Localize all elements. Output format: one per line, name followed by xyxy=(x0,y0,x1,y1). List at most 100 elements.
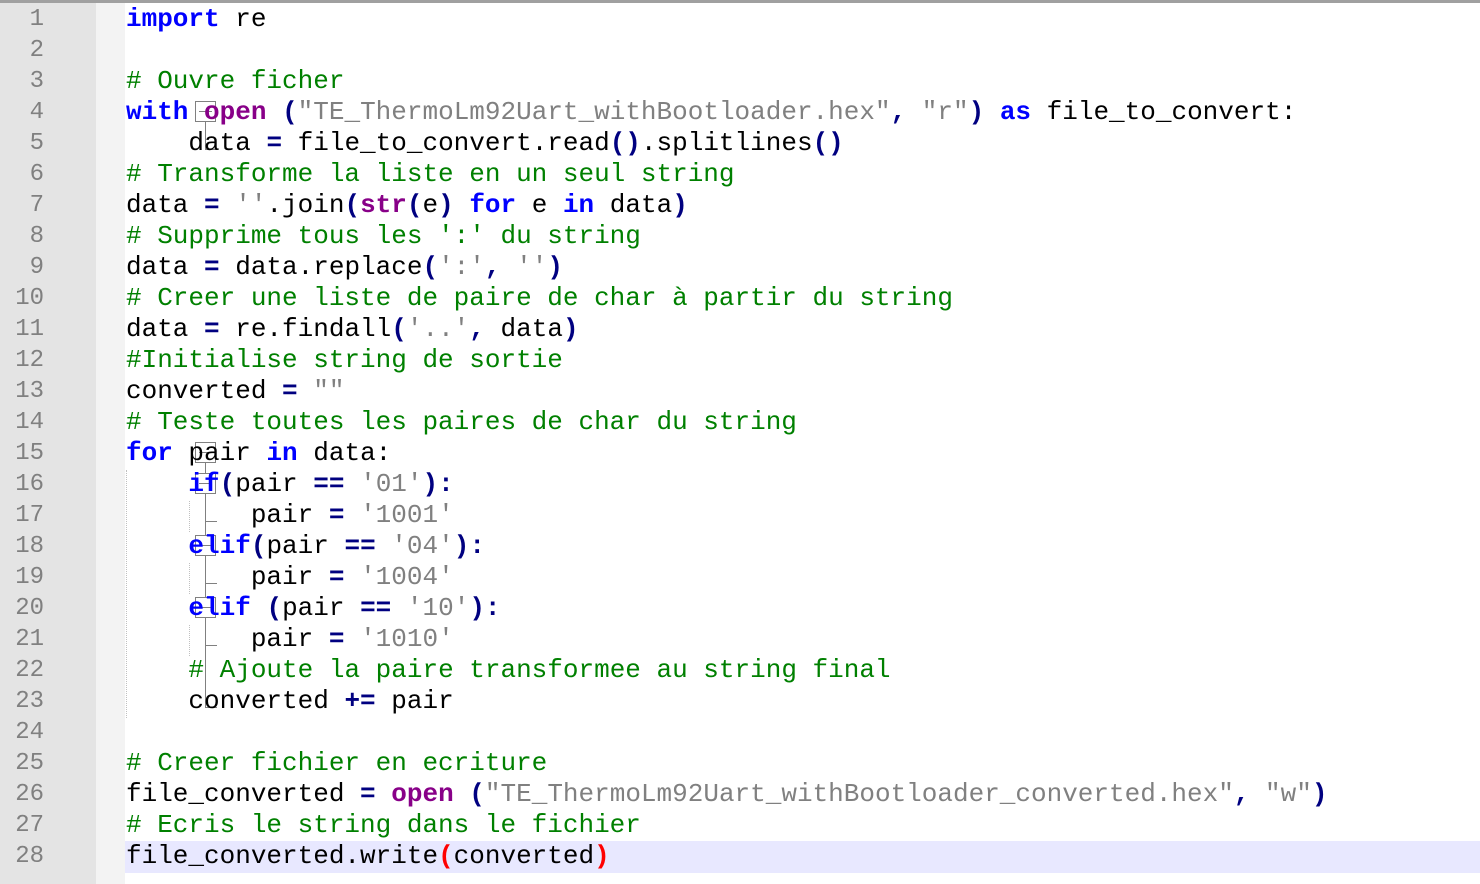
code-token: file_converted.write xyxy=(126,841,439,871)
code-line[interactable]: pair = '1010' xyxy=(126,624,454,655)
code-line[interactable]: file_converted.write(converted) xyxy=(126,841,610,872)
code-token: == xyxy=(360,593,392,623)
code-editor[interactable]: 1 2 3 4 5 6 7 8 9 10 11 12 13 14 15 16 17 18 19 20 21 22 23 24 2… xyxy=(0,0,1480,884)
code-token: ( xyxy=(250,531,267,561)
code-token: elif xyxy=(188,593,251,623)
code-token: ( xyxy=(219,469,236,499)
code-token: , xyxy=(484,252,517,282)
code-token: with xyxy=(126,97,189,127)
code-line[interactable]: data = ''.join(str(e) for e in data) xyxy=(126,190,688,221)
code-token: converted xyxy=(126,686,345,716)
code-line[interactable]: #Initialise string de sortie xyxy=(126,345,563,376)
code-token: ( xyxy=(344,190,361,220)
code-token: ): xyxy=(422,469,454,499)
code-token: converted xyxy=(126,376,283,406)
code-line[interactable]: file_converted = open ("TE_ThermoLm92Uar… xyxy=(126,779,1327,810)
code-token: '1001' xyxy=(360,500,454,530)
code-token: import xyxy=(126,4,220,34)
line-number: 6 xyxy=(29,161,44,188)
code-token: '' xyxy=(235,190,267,220)
line-number: 28 xyxy=(15,843,44,870)
code-line[interactable]: if(pair == '01'): xyxy=(126,469,454,500)
code-line[interactable]: data = re.findall('..', data) xyxy=(126,314,579,345)
code-line[interactable]: elif(pair == '04'): xyxy=(126,531,485,562)
code-token: = xyxy=(328,624,345,654)
code-line[interactable]: # Ajoute la paire transformee au string … xyxy=(126,655,890,686)
code-token: re.findall xyxy=(219,314,392,344)
line-number: 12 xyxy=(15,347,44,374)
code-token: open xyxy=(391,779,454,809)
code-token: file_to_convert.read xyxy=(282,128,610,158)
code-line[interactable]: converted = "" xyxy=(126,376,344,407)
code-token: '' xyxy=(516,252,548,282)
code-token: pair xyxy=(126,500,329,530)
line-number: 16 xyxy=(15,471,44,498)
line-number: 15 xyxy=(15,440,44,467)
line-number: 1 xyxy=(29,6,44,33)
code-token: "TE_ThermoLm92Uart_withBootloader_conver… xyxy=(484,779,1234,809)
code-line[interactable]: with open ("TE_ThermoLm92Uart_withBootlo… xyxy=(126,97,1296,128)
code-line[interactable]: # Supprime tous les ':' du string xyxy=(126,221,641,252)
code-line[interactable]: converted += pair xyxy=(126,686,453,717)
code-line[interactable]: data = data.replace(':', '') xyxy=(126,252,563,283)
code-token: # Creer fichier en ecriture xyxy=(126,748,548,778)
line-number: 5 xyxy=(29,130,44,157)
code-token: ) xyxy=(1311,779,1328,809)
code-token: "w" xyxy=(1265,779,1312,809)
code-line[interactable]: # Ouvre ficher xyxy=(126,66,344,97)
line-number: 9 xyxy=(29,254,44,281)
code-token: data xyxy=(500,314,563,344)
fold-margin[interactable] xyxy=(96,3,217,884)
code-token: ':' xyxy=(438,252,485,282)
code-line[interactable]: # Ecris le string dans le fichier xyxy=(126,810,641,841)
code-token: pair xyxy=(282,593,361,623)
code-token: ) xyxy=(672,190,688,220)
line-number: 4 xyxy=(29,99,44,126)
code-token: ): xyxy=(453,531,485,561)
line-number: 21 xyxy=(15,626,44,653)
line-number: 19 xyxy=(15,564,44,591)
code-token: , xyxy=(469,314,501,344)
code-token: e xyxy=(516,190,563,220)
code-line[interactable]: # Teste toutes les paires de char du str… xyxy=(126,407,797,438)
editor-top-border xyxy=(0,0,1480,3)
line-number: 8 xyxy=(29,223,44,250)
code-line[interactable]: # Creer fichier en ecriture xyxy=(126,748,547,779)
code-token: pair xyxy=(126,562,329,592)
code-line[interactable]: elif (pair == '10'): xyxy=(126,593,501,624)
code-token: () xyxy=(609,128,641,158)
code-line[interactable]: # Creer une liste de paire de char à par… xyxy=(126,283,953,314)
code-token: == xyxy=(313,469,345,499)
code-line[interactable]: pair = '1004' xyxy=(126,562,454,593)
line-number: 3 xyxy=(29,68,44,95)
line-number: 10 xyxy=(15,285,44,312)
line-number: 24 xyxy=(15,719,44,746)
code-line[interactable]: import re xyxy=(126,4,266,35)
code-token: ): xyxy=(469,593,501,623)
code-token: file_to_convert: xyxy=(1031,97,1297,127)
code-token: = xyxy=(282,376,298,406)
code-token: = xyxy=(328,500,345,530)
code-token: , xyxy=(890,97,922,127)
code-line[interactable]: # Transforme la liste en un seul string xyxy=(126,159,735,190)
code-token: data: xyxy=(297,438,392,468)
code-token: e xyxy=(422,190,439,220)
code-line[interactable]: pair = '1001' xyxy=(126,500,454,531)
line-number: 14 xyxy=(15,409,44,436)
code-token: = xyxy=(328,562,345,592)
line-number: 13 xyxy=(15,378,44,405)
code-token: in xyxy=(266,438,298,468)
code-line[interactable]: for pair in data: xyxy=(126,438,391,469)
line-number: 17 xyxy=(15,502,44,529)
code-line[interactable]: data = file_to_convert.read().splitlines… xyxy=(126,128,843,159)
code-token: pair xyxy=(235,469,314,499)
code-token: # Ecris le string dans le fichier xyxy=(126,810,641,840)
line-number: 11 xyxy=(15,316,44,343)
